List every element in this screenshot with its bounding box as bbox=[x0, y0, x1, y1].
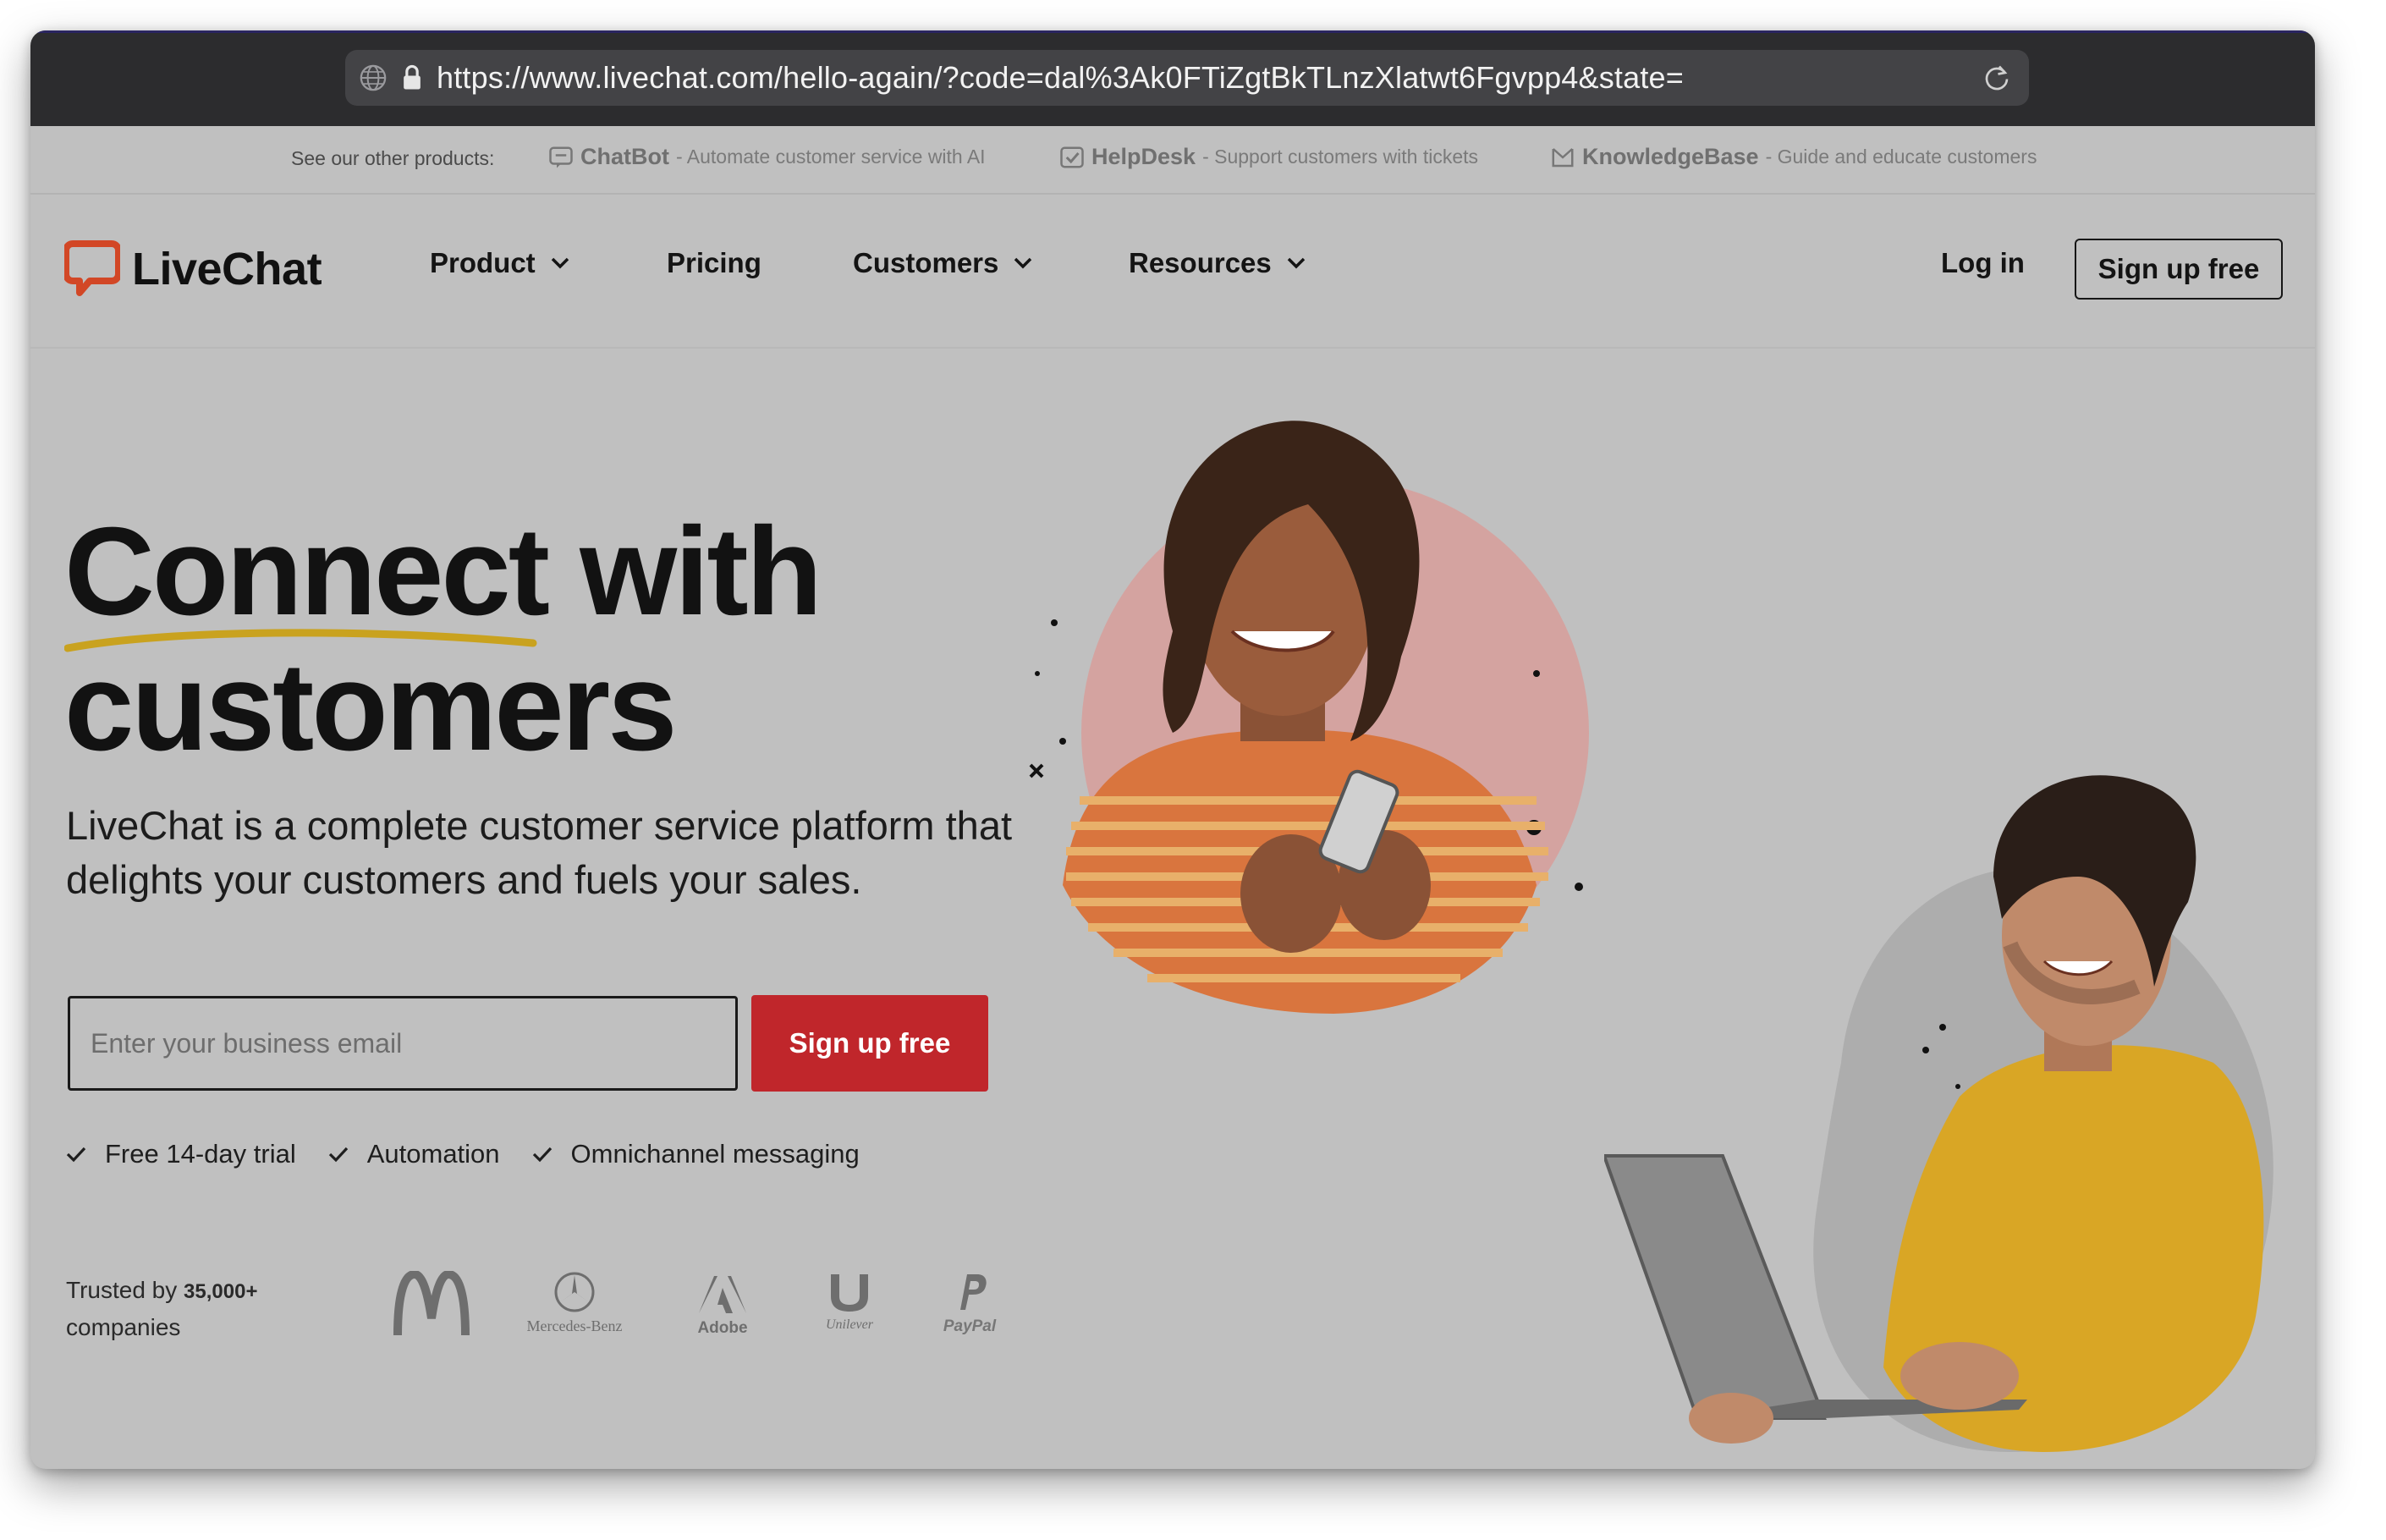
lock-icon bbox=[404, 64, 421, 90]
product-link-chatbot[interactable]: ChatBot - Automate customer service with… bbox=[548, 144, 986, 170]
logo-text: LiveChat bbox=[132, 244, 322, 294]
other-products-label: See our other products: bbox=[291, 147, 495, 169]
nav-signup-button[interactable]: Sign up free bbox=[2075, 239, 2283, 300]
product-name: KnowledgeBase bbox=[1582, 144, 1759, 169]
feature-item: Omnichannel messaging bbox=[532, 1139, 860, 1169]
trusted-suffix: companies bbox=[66, 1314, 181, 1340]
nav-label: Pricing bbox=[667, 247, 761, 278]
livechat-logo-icon bbox=[64, 240, 120, 296]
product-link-knowledgebase[interactable]: KnowledgeBase - Guide and educate custom… bbox=[1550, 144, 2037, 170]
unilever-logo: Unilever bbox=[807, 1271, 892, 1333]
address-bar[interactable]: https://www.livechat.com/hello-again/?co… bbox=[345, 50, 2029, 106]
nav-pricing[interactable]: Pricing bbox=[667, 247, 761, 279]
man-with-laptop-image bbox=[1604, 775, 2273, 1452]
trusted-by: Trusted by 35,000+ companies bbox=[66, 1273, 257, 1345]
url-text: https://www.livechat.com/hello-again/?co… bbox=[437, 60, 1685, 95]
mercedes-benz-logo: Mercedes-Benz bbox=[520, 1271, 629, 1335]
feature-label: Automation bbox=[366, 1139, 500, 1169]
nav-customers[interactable]: Customers bbox=[853, 247, 1034, 279]
brand-name: PayPal bbox=[943, 1317, 997, 1335]
brand-name: Unilever bbox=[826, 1317, 873, 1332]
browser-window: https://www.livechat.com/hello-again/?co… bbox=[30, 30, 2315, 1469]
product-desc: - Support customers with tickets bbox=[1202, 146, 1479, 168]
check-icon bbox=[66, 1147, 86, 1163]
chevron-down-icon bbox=[1014, 257, 1032, 269]
globe-icon bbox=[360, 64, 387, 91]
nav-resources[interactable]: Resources bbox=[1129, 247, 1307, 279]
helpdesk-icon bbox=[1060, 146, 1084, 168]
feature-label: Omnichannel messaging bbox=[570, 1139, 860, 1169]
login-label: Log in bbox=[1941, 247, 2025, 278]
adobe-logo: Adobe bbox=[680, 1274, 765, 1338]
trusted-prefix: Trusted by bbox=[66, 1277, 178, 1303]
feature-list: Free 14-day trial Automation Omnichannel… bbox=[66, 1139, 892, 1169]
product-desc: - Automate customer service with AI bbox=[675, 146, 986, 168]
product-name: HelpDesk bbox=[1091, 144, 1196, 169]
feature-item: Free 14-day trial bbox=[66, 1139, 296, 1169]
nav-product[interactable]: Product bbox=[430, 247, 571, 279]
check-icon bbox=[532, 1147, 552, 1163]
browser-toolbar: https://www.livechat.com/hello-again/?co… bbox=[30, 30, 2315, 126]
product-name: ChatBot bbox=[580, 144, 669, 169]
paypal-mark-icon bbox=[960, 1274, 987, 1310]
nav-label: Resources bbox=[1129, 247, 1272, 278]
chevron-down-icon bbox=[1287, 257, 1306, 269]
brand-name: Mercedes-Benz bbox=[526, 1317, 623, 1334]
login-link[interactable]: Log in bbox=[1941, 247, 2025, 279]
product-desc: - Guide and educate customers bbox=[1765, 146, 2037, 168]
mercedes-star-icon bbox=[554, 1272, 595, 1312]
mcdonalds-logo bbox=[393, 1271, 470, 1336]
hero-title-line2: customers bbox=[64, 637, 678, 777]
chatbot-icon bbox=[549, 146, 573, 168]
reload-icon[interactable] bbox=[1982, 63, 2012, 93]
trusted-count: 35,000+ bbox=[184, 1280, 258, 1303]
unilever-mark-icon bbox=[831, 1274, 868, 1312]
adobe-mark-icon bbox=[699, 1276, 746, 1313]
paypal-logo: PayPal bbox=[927, 1271, 1012, 1336]
nav-label: Customers bbox=[853, 247, 999, 278]
chevron-down-icon bbox=[551, 257, 569, 269]
feature-label: Free 14-day trial bbox=[105, 1139, 296, 1169]
woman-with-phone-image bbox=[1029, 421, 1589, 1014]
livechat-logo[interactable]: LiveChat bbox=[64, 240, 322, 298]
other-products-strip: See our other products: ChatBot - Automa… bbox=[30, 124, 2315, 195]
product-link-helpdesk[interactable]: HelpDesk - Support customers with ticket… bbox=[1059, 144, 1478, 170]
hero-title-line1: Connect with bbox=[64, 502, 822, 641]
title-underline bbox=[64, 629, 537, 652]
main-nav: LiveChat Product Pricing Customers Resou… bbox=[30, 193, 2315, 349]
business-email-input[interactable] bbox=[68, 996, 738, 1091]
knowledgebase-icon bbox=[1552, 147, 1574, 167]
check-icon bbox=[328, 1147, 348, 1163]
hero-subtitle: LiveChat is a complete customer service … bbox=[66, 803, 1013, 902]
brand-name: Adobe bbox=[697, 1319, 748, 1337]
nav-label: Product bbox=[430, 247, 536, 278]
feature-item: Automation bbox=[328, 1139, 500, 1169]
hero-signup-button[interactable]: Sign up free bbox=[751, 995, 988, 1092]
